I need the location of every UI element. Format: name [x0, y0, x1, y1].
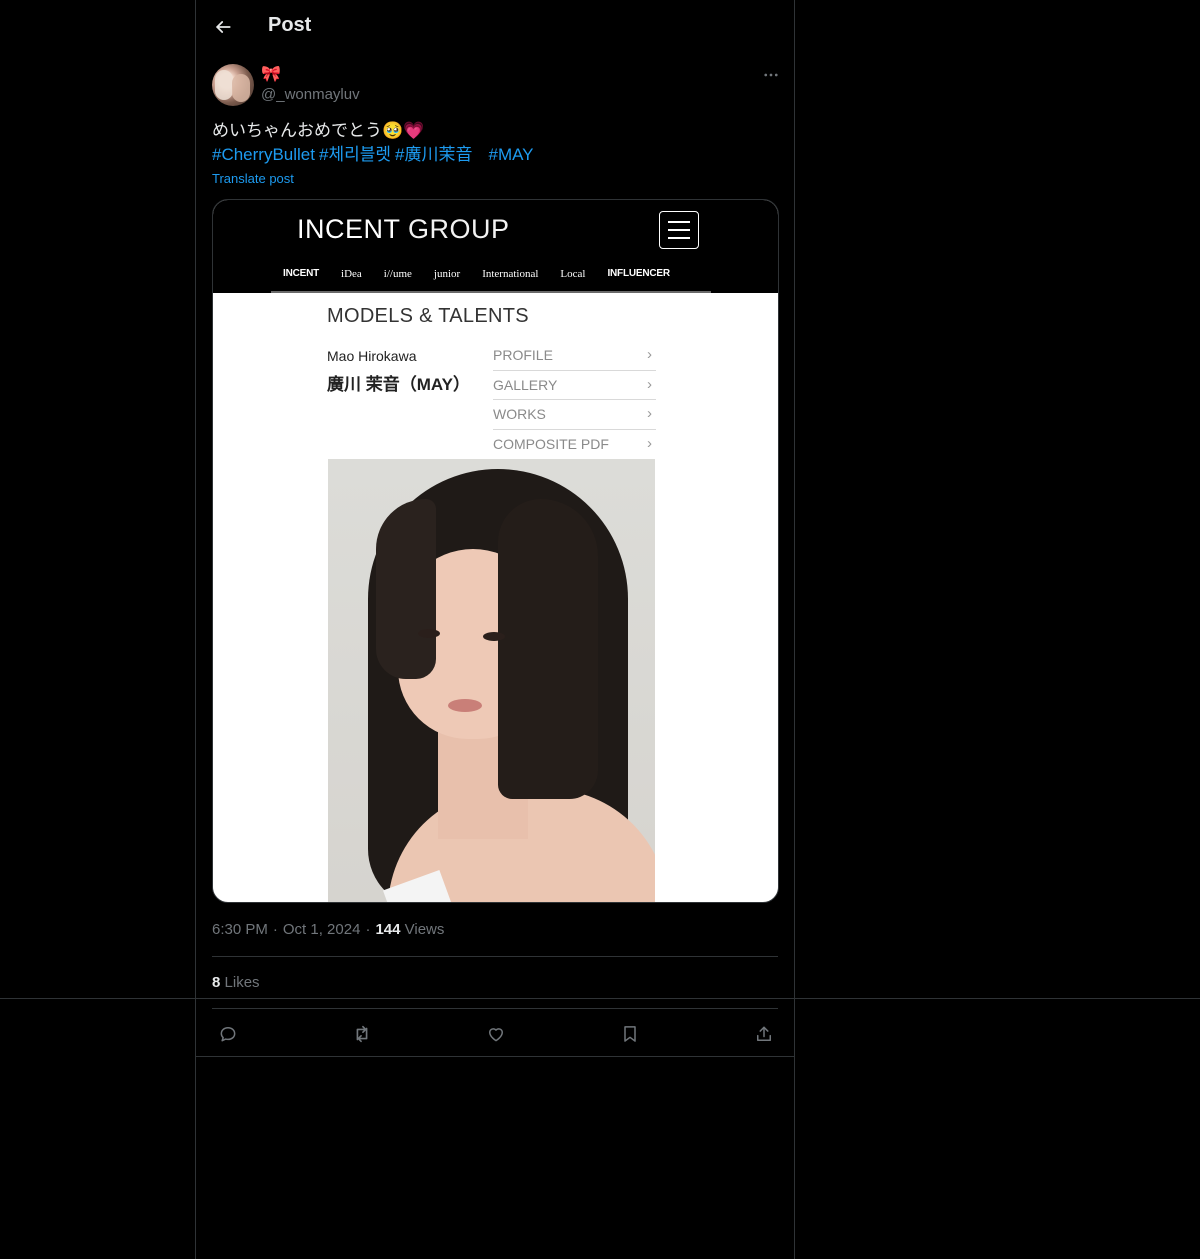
likes-count-link[interactable]: 8 Likes — [212, 974, 260, 991]
author-display-name[interactable]: 🎀 — [261, 65, 281, 85]
author-handle[interactable]: @_wonmayluv — [261, 86, 360, 103]
media-website-header: INCENT GROUP INCENT iDea i//ume junior I… — [213, 200, 778, 293]
views-count: 144 — [375, 921, 401, 938]
post-meta: 6:30 PM · Oct 1, 2024 · 144 Views — [212, 921, 445, 938]
views-label: Views — [404, 921, 445, 938]
bookmark-icon — [624, 1026, 636, 1042]
hashtag-link[interactable]: #MAY — [488, 145, 533, 164]
model-name-jp: 廣川 茉音（MAY） — [327, 375, 470, 394]
divider — [212, 956, 778, 957]
heart-icon — [489, 1028, 503, 1042]
post-time[interactable]: 6:30 PM — [212, 921, 268, 938]
reply-button[interactable] — [212, 1018, 244, 1050]
hashtag-link[interactable]: #廣川茉音 — [395, 145, 472, 164]
post-date[interactable]: Oct 1, 2024 — [283, 921, 361, 938]
reply-icon — [220, 1027, 236, 1042]
hashtag-link[interactable]: #체리블렛 — [319, 145, 391, 164]
post-actions — [196, 1018, 794, 1050]
post-media-image[interactable]: INCENT GROUP INCENT iDea i//ume junior I… — [212, 199, 779, 903]
arrow-left-icon — [216, 21, 231, 33]
repost-button[interactable] — [346, 1018, 378, 1050]
model-link-list: PROFILE › GALLERY › WORKS › COMPOSITE PDF › — [493, 341, 656, 459]
media-subnav: INCENT iDea i//ume junior International … — [283, 268, 670, 280]
avatar[interactable] — [212, 64, 254, 106]
model-portrait-photo — [328, 459, 655, 902]
post-text: めいちゃんおめでとう🥹💗 — [212, 121, 425, 140]
hamburger-menu-icon — [659, 211, 699, 249]
bookmark-button[interactable] — [614, 1018, 646, 1050]
primary-column: Post 🎀 @_wonmayluv めいちゃんおめでとう🥹💗 #CherryB… — [195, 0, 795, 1259]
more-options-button[interactable] — [760, 64, 782, 86]
like-button[interactable] — [480, 1018, 512, 1050]
media-link-item: COMPOSITE PDF › — [493, 430, 656, 460]
model-name-en: Mao Hirokawa — [327, 348, 417, 364]
hashtag-link[interactable]: #CherryBullet — [212, 145, 315, 164]
repost-icon — [356, 1025, 368, 1043]
models-talents-title: MODELS & TALENTS — [327, 305, 529, 327]
divider — [212, 1008, 778, 1009]
share-button[interactable] — [748, 1018, 780, 1050]
media-link-item: WORKS › — [493, 400, 656, 430]
translate-post-link[interactable]: Translate post — [212, 171, 294, 186]
chevron-right-icon: › — [647, 405, 652, 422]
chevron-right-icon: › — [647, 346, 652, 363]
share-icon — [757, 1026, 771, 1041]
post-hashtags: #CherryBullet #체리블렛 #廣川茉音 #MAY — [212, 143, 538, 167]
media-link-item: PROFILE › — [493, 341, 656, 371]
page-title: Post — [268, 14, 312, 36]
post-header: Post — [196, 0, 794, 54]
brand-logo: INCENT GROUP — [297, 214, 510, 244]
chevron-right-icon: › — [647, 375, 652, 393]
media-link-item: GALLERY › — [493, 371, 656, 400]
chevron-right-icon: › — [647, 434, 652, 452]
more-icon — [764, 73, 778, 77]
back-button[interactable] — [208, 12, 238, 42]
divider — [196, 1056, 794, 1057]
